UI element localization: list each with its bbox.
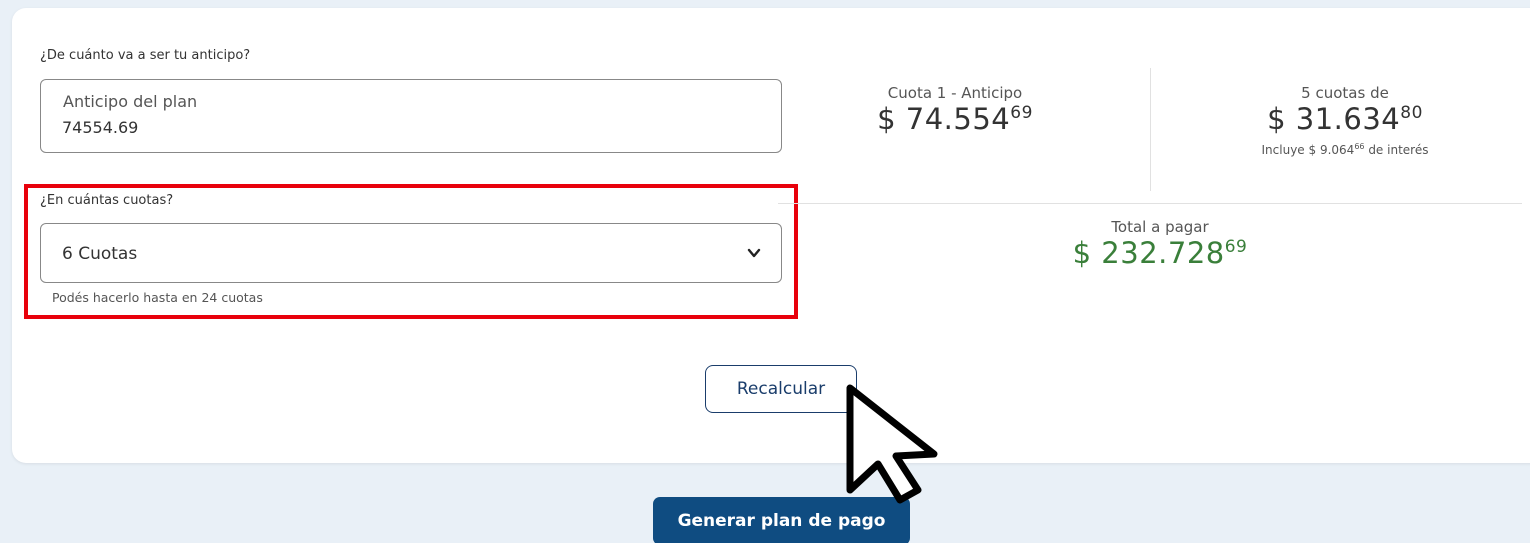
cuotas-summary-title: 5 cuotas de [1301, 84, 1389, 102]
cuotas-amount: $ 31.63480 [1267, 102, 1423, 136]
mouse-pointer-icon [846, 384, 938, 504]
cuota1-title: Cuota 1 - Anticipo [887, 84, 1023, 102]
interes-note: Incluye $ 9.06466 de interés [1261, 142, 1429, 157]
total-amount: $ 232.72869 [1072, 236, 1248, 270]
total-title: Total a pagar [1111, 218, 1209, 236]
cuotas-highlight-box [24, 184, 798, 319]
anticipo-question-label: ¿De cuánto va a ser tu anticipo? [40, 48, 251, 63]
total-summary: Total a pagar $ 232.72869 [1020, 218, 1300, 270]
cuotas-summary: 5 cuotas de $ 31.63480 Incluye $ 9.06466… [1210, 84, 1480, 157]
summary-vertical-divider [1150, 68, 1151, 191]
anticipo-input[interactable] [62, 118, 742, 137]
cuota1-summary: Cuota 1 - Anticipo $ 74.55469 [820, 84, 1090, 136]
cuota1-amount: $ 74.55469 [877, 102, 1033, 136]
recalcular-button[interactable]: Recalcular [705, 365, 857, 413]
anticipo-field[interactable]: Anticipo del plan [40, 79, 782, 153]
anticipo-field-label: Anticipo del plan [63, 92, 198, 111]
summary-horizontal-divider [778, 203, 1522, 204]
